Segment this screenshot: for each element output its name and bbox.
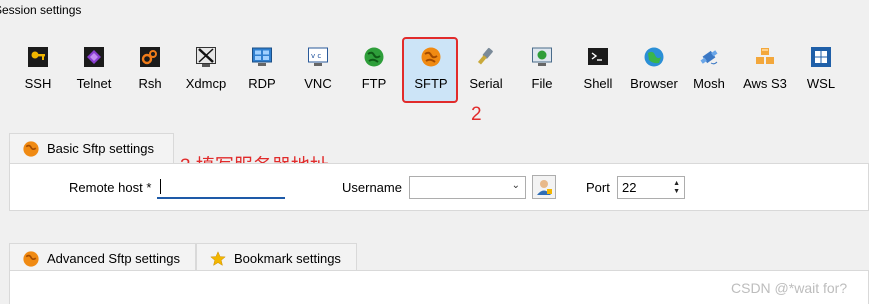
watermark: CSDN @*wait for? <box>731 280 848 296</box>
protocol-ftp[interactable]: FTP <box>346 47 402 99</box>
remote-host-input[interactable] <box>157 176 285 199</box>
sftp-icon <box>23 251 39 267</box>
protocol-telnet[interactable]: Telnet <box>66 47 122 99</box>
chevron-down-icon[interactable]: ⌄ <box>512 180 520 191</box>
protocol-mosh[interactable]: Mosh <box>681 47 737 99</box>
spin-up-icon[interactable]: ▲ <box>673 180 680 188</box>
tab-advanced-sftp-settings[interactable]: Advanced Sftp settings <box>9 243 196 273</box>
username-combobox[interactable]: ⌄ <box>409 176 526 199</box>
ftp-icon <box>364 47 384 67</box>
protocol-rdp[interactable]: RDP <box>234 47 290 99</box>
tab-bookmark-settings[interactable]: Bookmark settings <box>196 243 357 273</box>
protocol-file[interactable]: File <box>514 47 570 99</box>
remote-host-label: Remote host * <box>69 180 152 195</box>
mosh-icon <box>700 50 718 65</box>
tab-label: Basic Sftp settings <box>47 141 154 156</box>
protocol-vnc[interactable]: v c VNC <box>290 47 346 99</box>
browser-icon <box>644 47 664 67</box>
telnet-icon <box>84 47 104 67</box>
protocol-xdmcp[interactable]: Xdmcp <box>178 47 234 99</box>
tab-label: Advanced Sftp settings <box>47 251 180 266</box>
protocol-label: WSL <box>806 76 836 91</box>
serial-icon <box>477 47 493 65</box>
tab-basic-sftp-settings[interactable]: Basic Sftp settings <box>9 133 174 163</box>
protocol-shell[interactable]: Shell <box>570 47 626 99</box>
port-value[interactable]: 22 <box>622 180 636 195</box>
annotation-step-2: 2 <box>471 104 482 125</box>
tab-label: Bookmark settings <box>234 251 341 266</box>
protocol-rsh[interactable]: Rsh <box>122 47 178 99</box>
file-icon <box>532 47 552 66</box>
window-title: Session settings <box>0 3 82 17</box>
shell-icon <box>588 48 608 65</box>
username-label: Username <box>342 180 402 195</box>
sftp-icon <box>23 141 39 157</box>
protocol-aws-s3[interactable]: Aws S3 <box>737 47 793 99</box>
protocol-serial[interactable]: Serial <box>458 47 514 99</box>
spin-down-icon[interactable]: ▼ <box>673 188 680 196</box>
aws-s3-icon <box>756 48 774 64</box>
rsh-icon <box>140 47 160 67</box>
user-icon <box>537 180 552 195</box>
vnc-icon: v c <box>308 47 328 66</box>
protocol-browser[interactable]: Browser <box>626 47 682 99</box>
port-spinbox[interactable]: 22 ▲ ▼ <box>617 176 685 199</box>
rdp-icon <box>252 47 272 66</box>
protocol-wsl[interactable]: WSL <box>793 47 849 99</box>
star-icon <box>210 251 226 266</box>
xdmcp-icon <box>196 47 216 67</box>
wsl-icon <box>811 47 831 67</box>
port-label: Port <box>586 180 610 195</box>
svg-text:v c: v c <box>311 52 321 60</box>
protocol-ssh[interactable]: SSH <box>10 47 66 99</box>
key-icon <box>28 47 48 67</box>
protocol-sftp[interactable]: SFTP <box>403 47 459 99</box>
user-manager-button[interactable] <box>532 175 556 199</box>
window-titlebar: Session settings <box>0 0 869 22</box>
text-caret <box>160 179 161 194</box>
sftp-icon <box>421 47 441 67</box>
